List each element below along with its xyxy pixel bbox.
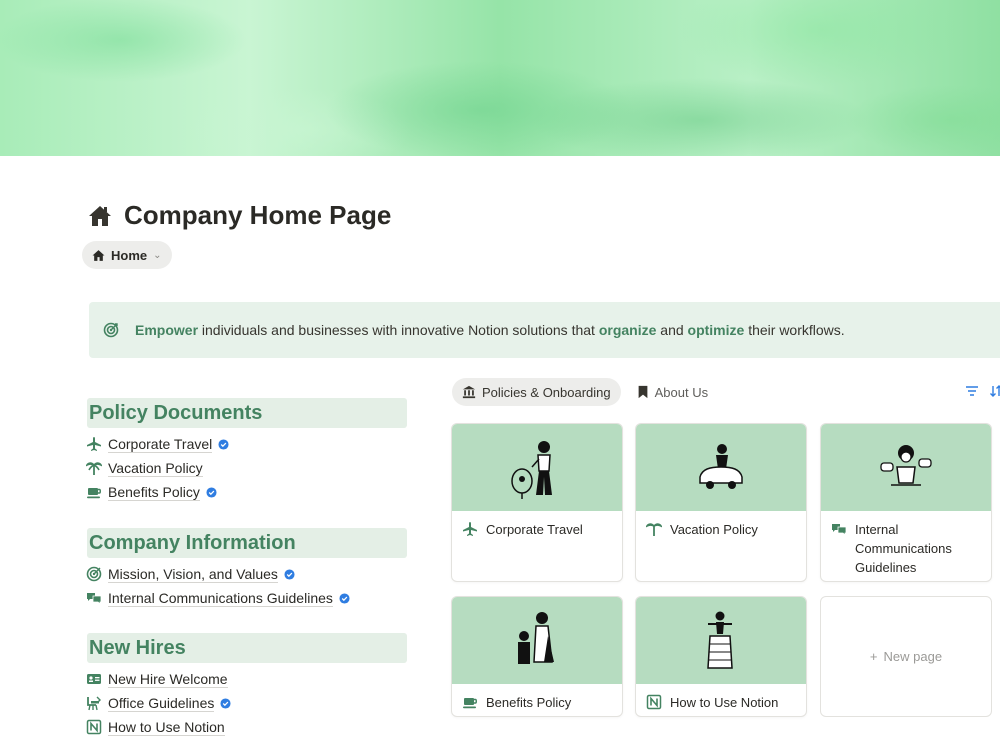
link-corporate-travel[interactable]: Corporate Travel: [86, 433, 229, 455]
verified-badge-icon: [284, 568, 295, 580]
bookmark-icon: [638, 385, 648, 399]
callout-part: optimize: [687, 322, 745, 338]
callout-part: Empower: [135, 322, 199, 338]
verified-badge-icon: [220, 697, 231, 709]
tab-policies-onboarding[interactable]: Policies & Onboarding: [452, 378, 621, 406]
target-icon: [103, 322, 119, 338]
tab-about-us[interactable]: About Us: [627, 378, 718, 406]
chat-bubbles-icon: [87, 593, 102, 605]
card-illustration: [636, 424, 806, 511]
card-illustration: [636, 597, 806, 684]
link-benefits-policy[interactable]: Benefits Policy: [86, 481, 217, 503]
plus-icon: +: [869, 649, 878, 664]
callout-part: individuals and businesses with innovati…: [198, 322, 599, 338]
link-how-to-use-notion[interactable]: How to Use Notion: [86, 716, 225, 738]
palm-tree-icon: [86, 462, 102, 475]
balancing-person-illustration-icon: [707, 611, 733, 669]
mission-callout: Empower individuals and businesses with …: [89, 302, 1000, 358]
link-label: Mission, Vision, and Values: [108, 565, 278, 583]
link-internal-communications[interactable]: Internal Communications Guidelines: [86, 587, 350, 609]
chat-bubbles-icon: [832, 524, 847, 536]
office-chair-icon: [87, 696, 101, 711]
house-icon: [92, 249, 105, 261]
target-icon: [86, 566, 102, 582]
callout-part: organize: [598, 322, 657, 338]
link-office-guidelines[interactable]: Office Guidelines: [86, 692, 231, 714]
coffee-cup-icon: [463, 698, 477, 709]
communicator-illustration-icon: [880, 444, 932, 486]
database-view-tabs: Policies & Onboarding About Us: [452, 378, 718, 406]
house-icon: [89, 205, 111, 226]
link-label: Corporate Travel: [108, 435, 213, 453]
verified-badge-icon: [206, 486, 217, 498]
card-illustration: [821, 424, 991, 511]
callout-text: Empower individuals and businesses with …: [135, 322, 845, 338]
airplane-icon: [463, 522, 477, 536]
page-header: Company Home Page: [88, 200, 391, 231]
link-new-hire-welcome[interactable]: New Hire Welcome: [86, 668, 228, 690]
car-traveler-illustration-icon: [699, 443, 743, 489]
page-title: Company Home Page: [124, 200, 392, 230]
card-title: How to Use Notion: [670, 695, 779, 710]
new-page-label: New page: [883, 649, 943, 664]
breadcrumb-label: Home: [111, 247, 148, 263]
link-label: Vacation Policy: [108, 459, 203, 477]
cover-image: [0, 0, 1000, 156]
card-title: Vacation Policy: [670, 522, 758, 537]
link-label: How to Use Notion: [108, 718, 225, 736]
link-vacation-policy[interactable]: Vacation Policy: [86, 457, 203, 479]
id-card-icon: [87, 674, 101, 684]
link-label: Office Guidelines: [108, 694, 215, 712]
coffee-cup-icon: [87, 488, 101, 499]
palm-tree-icon: [646, 523, 662, 536]
link-label: New Hire Welcome: [108, 670, 228, 688]
view-toolbar: [965, 384, 1000, 398]
section-heading-company-information: Company Information: [87, 528, 407, 558]
card-title: Benefits Policy: [486, 695, 572, 710]
traveler-illustration-icon: [511, 440, 552, 499]
new-page-button[interactable]: + New page: [820, 596, 992, 717]
card-illustration: [452, 597, 622, 684]
card-title: Internal Communications Guidelines: [855, 522, 952, 575]
section-heading-policy-documents: Policy Documents: [87, 398, 407, 428]
section-heading-new-hires: New Hires: [87, 633, 407, 663]
chevron-down-icon: ⌄: [153, 249, 162, 261]
gallery-card-internal-communications[interactable]: Internal Communications Guidelines: [820, 423, 992, 582]
notion-logo-icon: [646, 694, 662, 710]
two-people-illustration-icon: [518, 611, 554, 664]
sort-icon[interactable]: [989, 384, 1000, 398]
gallery-card-benefits-policy[interactable]: Benefits Policy: [451, 596, 623, 717]
bank-icon: [462, 385, 476, 399]
link-label: Benefits Policy: [108, 483, 200, 501]
gallery-card-vacation-policy[interactable]: Vacation Policy: [635, 423, 807, 582]
callout-part: and: [656, 322, 688, 338]
card-illustration: [452, 424, 622, 511]
tab-label: Policies & Onboarding: [482, 384, 611, 400]
notion-logo-icon: [86, 719, 102, 735]
airplane-icon: [87, 437, 101, 451]
verified-badge-icon: [218, 438, 229, 450]
filter-icon[interactable]: [965, 384, 979, 398]
gallery-card-how-to-use-notion[interactable]: How to Use Notion: [635, 596, 807, 717]
gallery-card-corporate-travel[interactable]: Corporate Travel: [451, 423, 623, 582]
verified-badge-icon: [339, 592, 350, 604]
tab-label: About Us: [654, 384, 709, 400]
link-mission-vision-values[interactable]: Mission, Vision, and Values: [86, 563, 295, 585]
link-label: Internal Communications Guidelines: [108, 589, 333, 607]
home-breadcrumb-chip[interactable]: Home ⌄: [82, 241, 172, 269]
callout-part: their workflows.: [744, 322, 845, 338]
card-title: Corporate Travel: [486, 522, 583, 537]
